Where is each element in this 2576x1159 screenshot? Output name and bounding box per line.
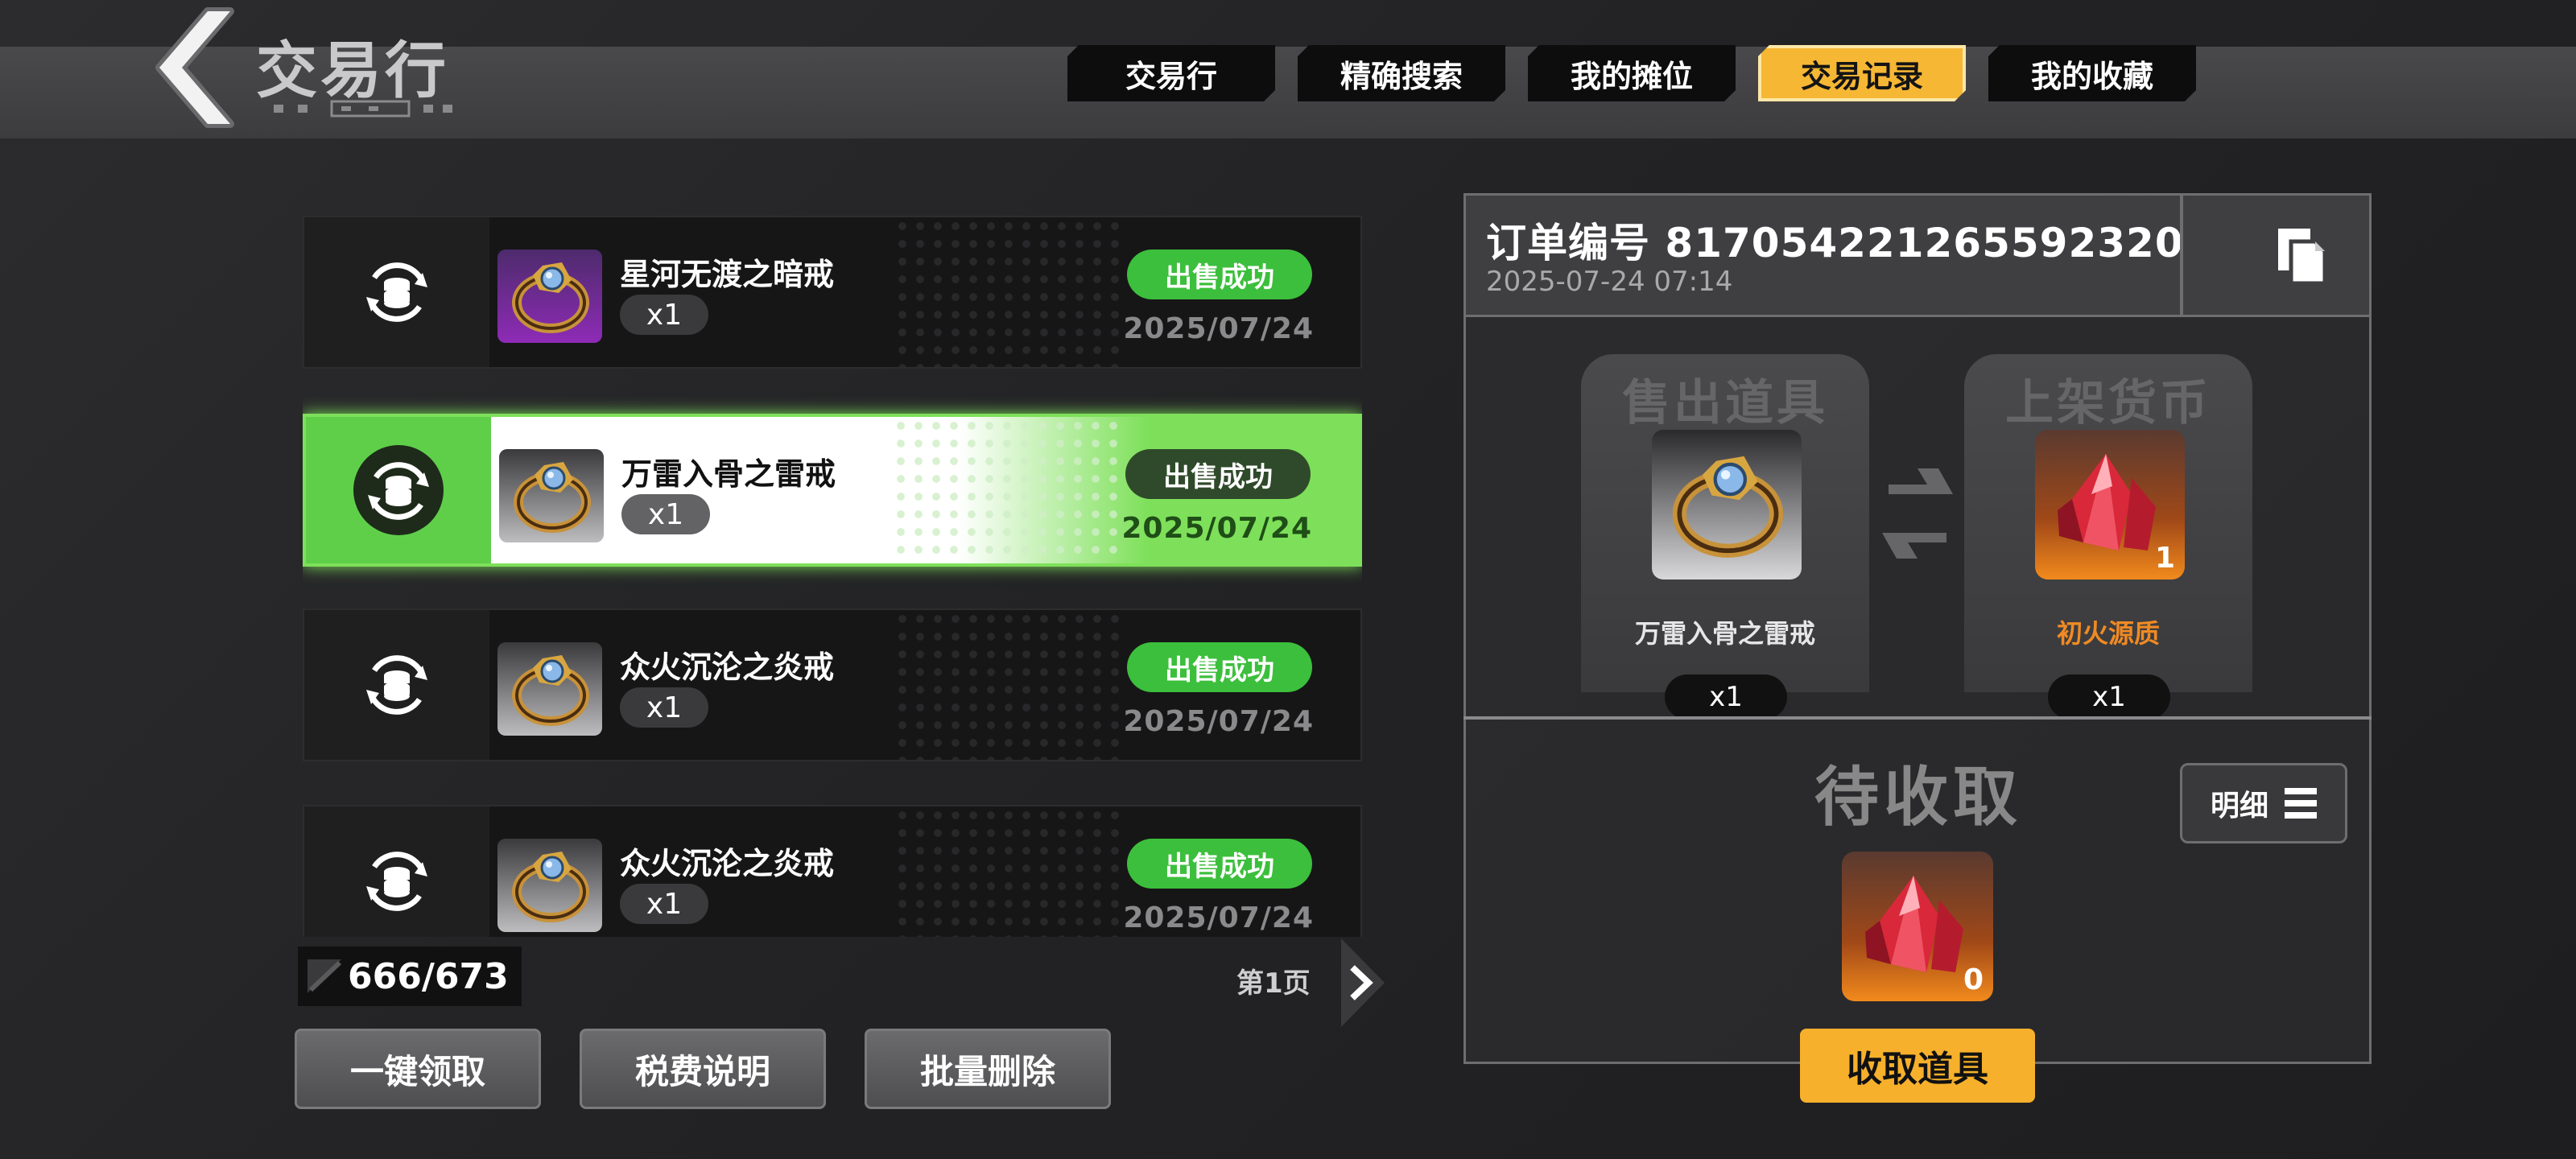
coin-exchange-icon — [366, 655, 427, 715]
page-title: 交易行 — [256, 35, 449, 106]
page-indicator: 第1页 — [1236, 967, 1311, 1000]
tax-info-label: 税费说明 — [634, 1051, 770, 1091]
ring-icon — [512, 262, 589, 333]
record-count-value: 666/673 — [348, 955, 509, 997]
status-badge: 出售成功 — [1127, 250, 1312, 299]
order-number: 订单编号 817054221265592320 — [1486, 220, 2184, 266]
swap-arrows-icon — [1882, 468, 1953, 559]
copy-button[interactable] — [2275, 225, 2331, 291]
list-item[interactable]: 万雷入骨之雷戒 x1 出售成功 2025/07/24 — [303, 414, 1362, 567]
item-name: 众火沉沦之炎戒 — [620, 846, 835, 881]
tab-trade-records[interactable]: 交易记录 — [1758, 45, 1966, 101]
currency-thumbnail[interactable]: 1 — [2035, 430, 2185, 580]
batch-delete-label: 批量删除 — [919, 1051, 1055, 1091]
item-thumbnail — [497, 839, 602, 932]
pending-item-count: 0 — [1963, 963, 1984, 996]
status-badge: 出售成功 — [1127, 839, 1312, 889]
pending-item-thumbnail[interactable]: 0 — [1842, 852, 1993, 1001]
pending-title: 待收取 — [1814, 760, 2022, 835]
order-time: 2025-07-24 07:14 — [1486, 266, 1733, 298]
sold-item-name: 万雷入骨之雷戒 — [1634, 618, 1815, 649]
chevron-right-icon — [1341, 938, 1385, 1027]
currency-stack-count: 1 — [2154, 542, 2175, 575]
status-badge: 出售成功 — [1127, 642, 1312, 692]
item-name: 众火沉沦之炎戒 — [620, 650, 835, 685]
item-quantity: x1 — [621, 494, 710, 534]
item-name: 万雷入骨之雷戒 — [621, 456, 836, 492]
detail-button[interactable]: 明细 — [2180, 763, 2347, 843]
collect-items-button[interactable]: 收取道具 — [1800, 1029, 2035, 1103]
ring-icon — [1672, 456, 1784, 558]
panel-divider — [1463, 716, 2372, 720]
ring-icon — [514, 462, 591, 533]
record-count: 666/673 — [298, 947, 522, 1006]
title-decoration — [274, 100, 452, 118]
list-icon — [2285, 788, 2317, 819]
item-quantity: x1 — [620, 295, 708, 335]
claim-all-label: 一键领取 — [349, 1051, 485, 1091]
ring-icon — [512, 655, 589, 726]
item-quantity: x1 — [620, 687, 708, 728]
list-item[interactable]: 众火沉沦之炎戒 x1 出售成功 2025/07/24 — [303, 608, 1362, 761]
item-thumbnail — [497, 642, 602, 736]
copy-icon — [2278, 229, 2327, 286]
tax-info-button[interactable]: 税费说明 — [580, 1029, 826, 1109]
item-quantity: x1 — [620, 884, 708, 924]
next-page-button[interactable] — [1341, 938, 1385, 1027]
status-badge: 出售成功 — [1125, 449, 1311, 499]
record-date: 2025/07/24 — [1123, 312, 1314, 345]
record-date: 2025/07/24 — [1123, 705, 1314, 738]
currency-quantity: x1 — [2048, 674, 2170, 720]
coin-exchange-icon — [353, 445, 444, 535]
currency-name: 初火源质 — [2056, 618, 2160, 649]
claim-all-button[interactable]: 一键领取 — [295, 1029, 541, 1109]
record-date: 2025/07/24 — [1123, 901, 1314, 934]
tab-my-stall[interactable]: 我的摊位 — [1528, 45, 1736, 101]
coin-exchange-icon — [366, 852, 427, 911]
back-arrow-icon — [155, 7, 234, 128]
tab-bar: 交易行 精确搜索 我的摊位 交易记录 我的收藏 — [1067, 45, 2196, 101]
detail-button-label: 明细 — [2210, 790, 2268, 823]
trade-record-list[interactable]: 星河无渡之暗戒 x1 出售成功 2025/07/24 万雷入骨之雷戒 x1 出售… — [303, 212, 1362, 937]
record-date: 2025/07/24 — [1121, 512, 1312, 545]
list-item[interactable]: 星河无渡之暗戒 x1 出售成功 2025/07/24 — [303, 216, 1362, 369]
sold-item-thumbnail[interactable] — [1652, 430, 1802, 580]
item-name: 星河无渡之暗戒 — [620, 257, 835, 292]
ring-icon — [512, 852, 589, 922]
tab-my-favorites[interactable]: 我的收藏 — [1988, 45, 2196, 101]
tab-trade-market[interactable]: 交易行 — [1067, 45, 1275, 101]
coin-exchange-icon — [366, 262, 427, 322]
item-thumbnail — [497, 250, 602, 343]
sold-item-quantity: x1 — [1665, 674, 1787, 720]
capacity-icon — [308, 959, 342, 993]
sold-item-title: 售出道具 — [1622, 375, 1828, 431]
list-item[interactable]: 众火沉沦之炎戒 x1 出售成功 2025/07/24 — [303, 805, 1362, 937]
item-thumbnail — [499, 449, 604, 542]
batch-delete-button[interactable]: 批量删除 — [865, 1029, 1111, 1109]
back-button[interactable] — [135, 3, 238, 132]
collect-items-label: 收取道具 — [1847, 1049, 1988, 1090]
tab-precise-search[interactable]: 精确搜索 — [1298, 45, 1505, 101]
listing-currency-title: 上架货币 — [2005, 375, 2211, 431]
